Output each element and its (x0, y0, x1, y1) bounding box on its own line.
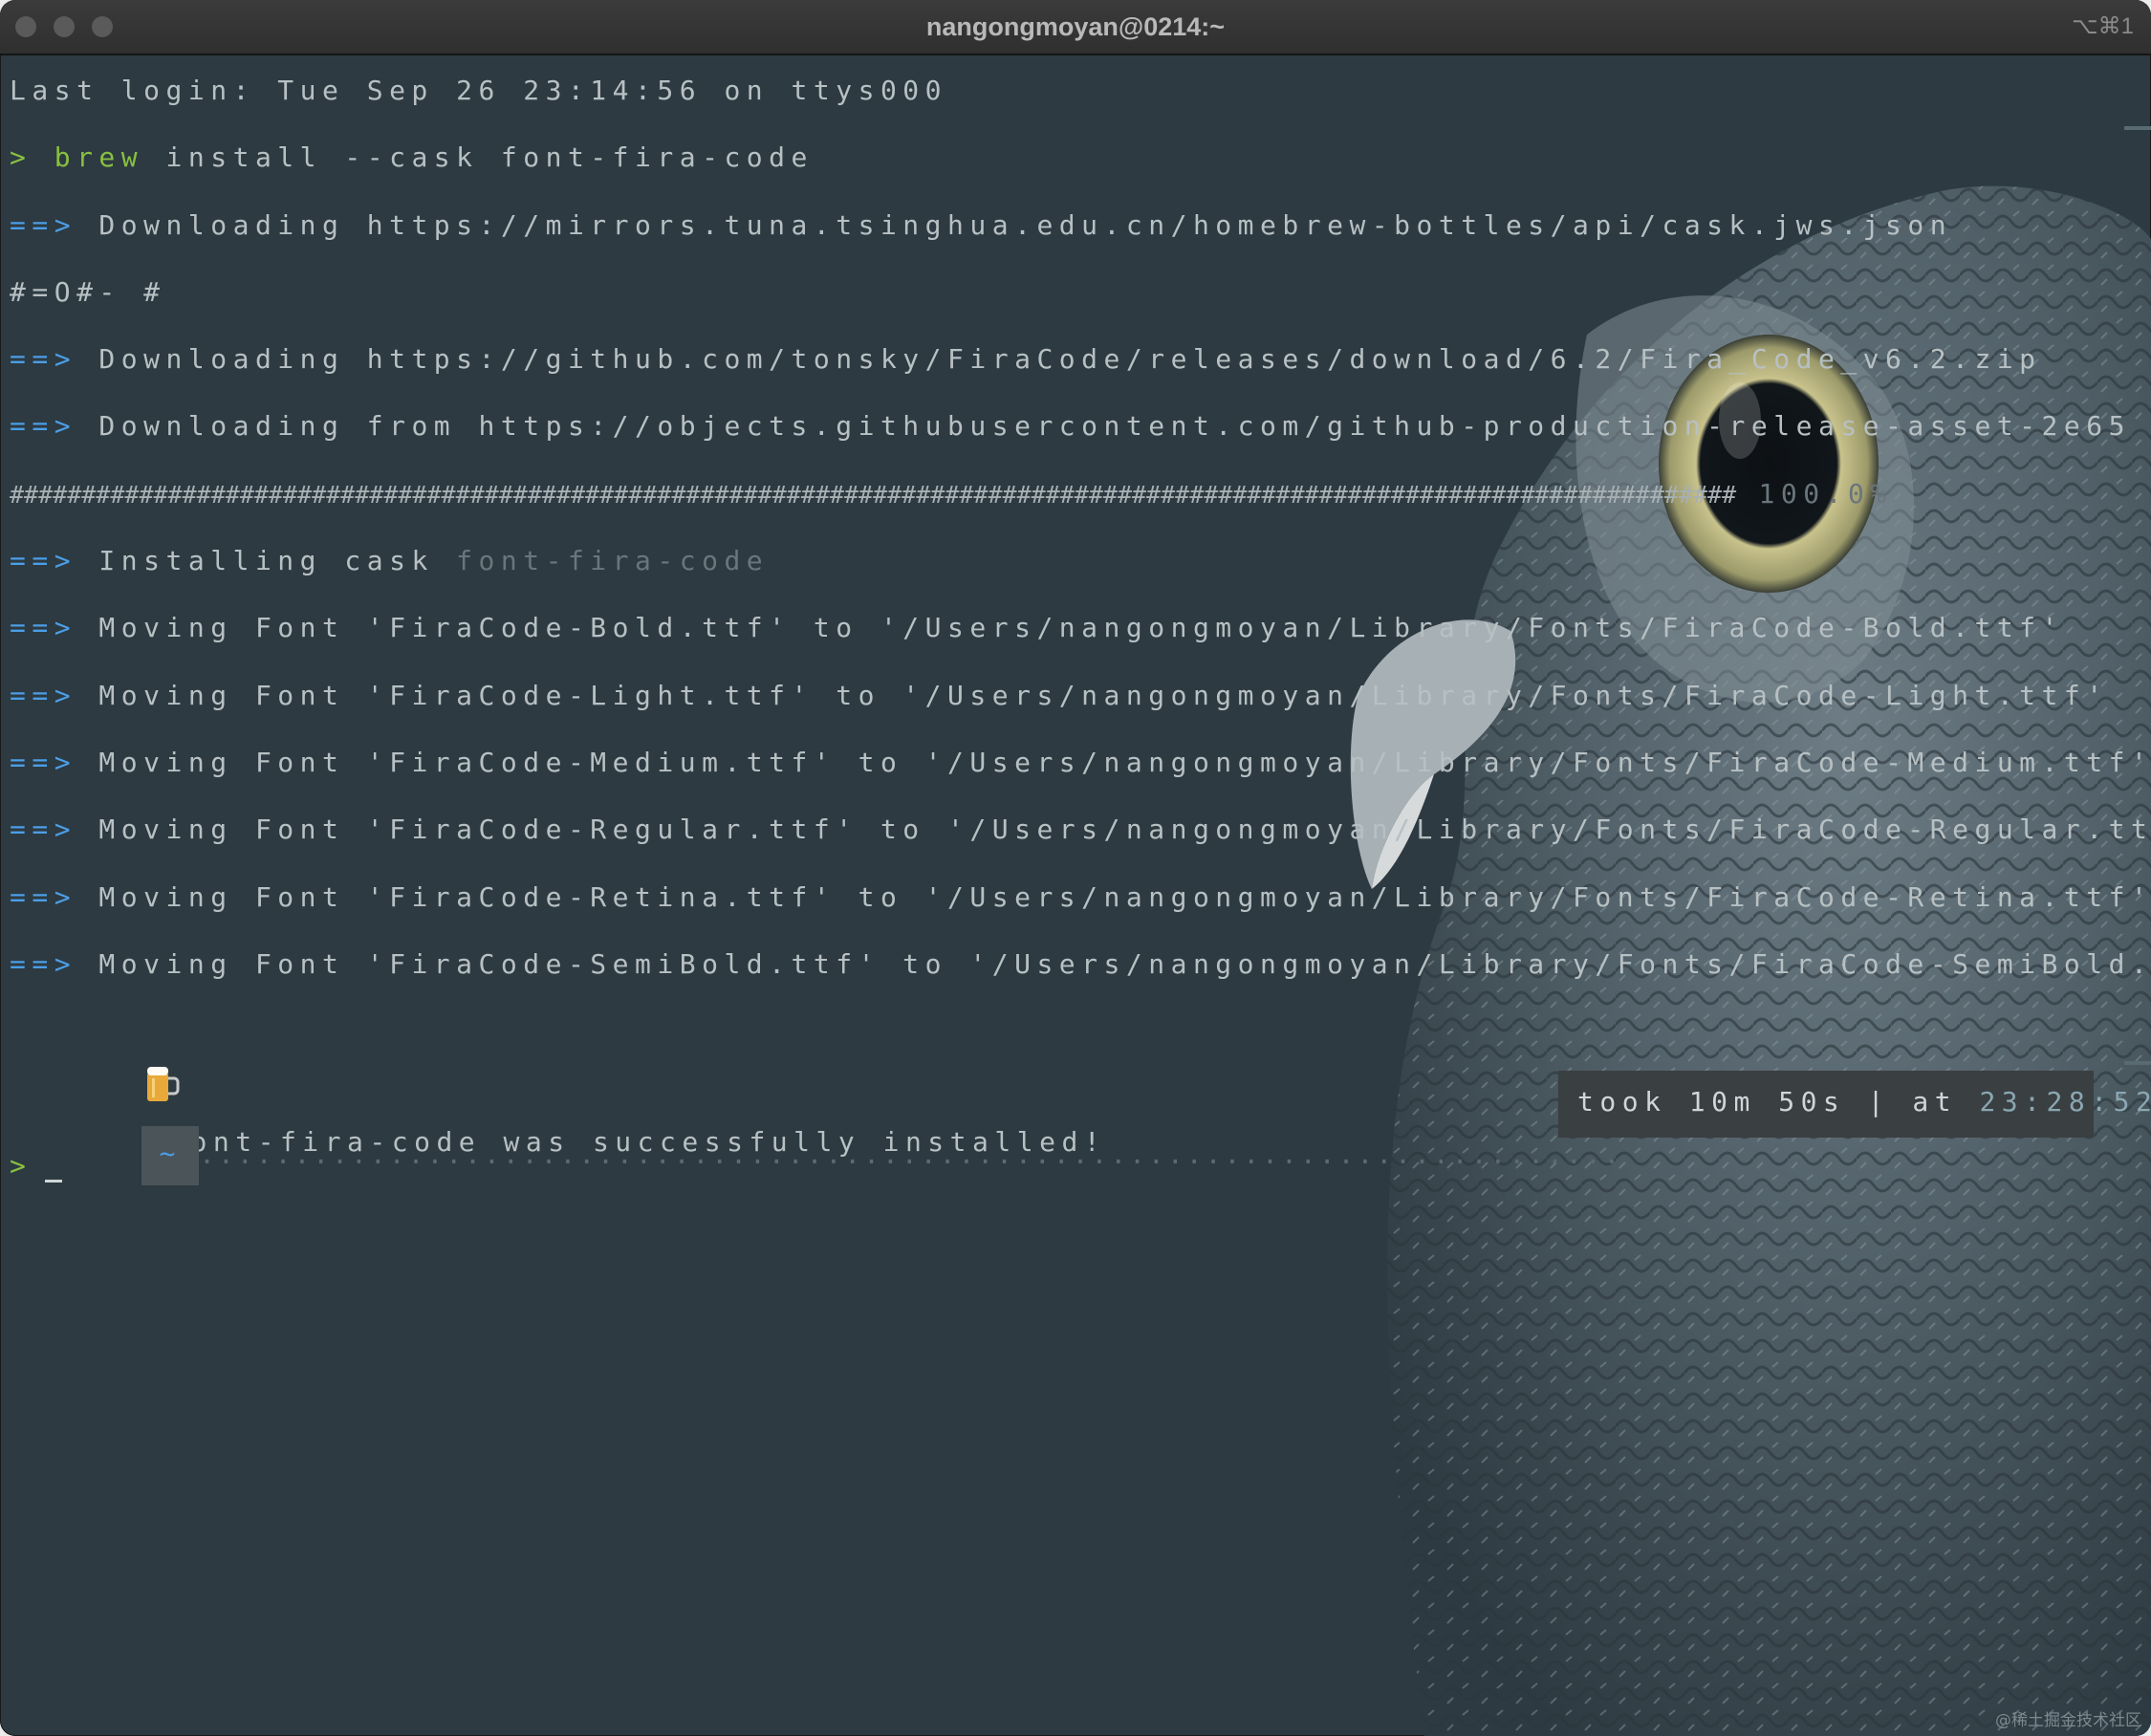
input-prompt-line[interactable]: > (10, 1139, 2132, 1205)
move-line: ==> Moving Font 'FiraCode-Bold.ttf' to '… (10, 600, 2132, 667)
small-progress-line: #=O#- # (10, 275, 166, 308)
prompt-status-line: ~.......................................… (10, 1071, 2151, 1186)
move-text: Moving Font 'FiraCode-Retina.ttf' to '/U… (76, 880, 2151, 913)
last-login-line: Last login: Tue Sep 26 23:14:56 on ttys0… (10, 75, 948, 106)
installing-prefix: Installing cask (76, 545, 457, 577)
title-bar[interactable]: nangongmoyan@0214:~ ⌥⌘1 (0, 0, 2151, 55)
arrow-marker: ==> (10, 208, 77, 241)
output-line: ==> Downloading from https://objects.git… (10, 399, 2132, 466)
move-text: Moving Font 'FiraCode-Bold.ttf' to '/Use… (76, 612, 2064, 644)
success-line: font-fira-code was successfully installe… (10, 1004, 2132, 1158)
output-line: ==> Downloading https://mirrors.tuna.tsi… (10, 198, 2132, 265)
move-line: ==> Moving Font 'FiraCode-Regular.ttf' t… (10, 802, 2151, 869)
window-shortcut: ⌥⌘1 (2071, 13, 2134, 39)
progress-bar: ########################################… (10, 480, 1737, 509)
arrow-marker: ==> (10, 746, 77, 778)
move-text: Moving Font 'FiraCode-Medium.ttf' to '/U… (76, 746, 2151, 778)
prompt-symbol: > (10, 141, 33, 174)
move-line: ==> Moving Font 'FiraCode-SemiBold.ttf' … (10, 937, 2151, 1004)
arrow-marker: ==> (10, 880, 77, 913)
command-args: install --cask font-fira-code (143, 141, 814, 174)
move-line: ==> Moving Font 'FiraCode-Light.ttf' to … (10, 668, 2132, 735)
arrow-marker: ==> (10, 410, 77, 443)
move-text: Moving Font 'FiraCode-SemiBold.ttf' to '… (76, 947, 2151, 980)
move-line: ==> Moving Font 'FiraCode-Retina.ttf' to… (10, 870, 2147, 937)
arrow-marker: ==> (10, 612, 77, 644)
move-text: Moving Font 'FiraCode-Regular.ttf' to '/… (76, 814, 2151, 846)
scroll-marker[interactable] (2124, 126, 2151, 130)
arrow-marker: ==> (10, 343, 77, 376)
arrow-marker: ==> (10, 814, 77, 846)
duration-label: took 10m 50s | at (1577, 1086, 1980, 1118)
duration-segment: took 10m 50s | at 23:28:52 (1558, 1071, 2151, 1139)
output-text: Downloading https://github.com/tonsky/Fi… (76, 343, 2042, 376)
installing-line: ==> Installing cask font-fira-code (10, 533, 2132, 600)
move-line: ==> Moving Font 'FiraCode-Medium.ttf' to… (10, 735, 2147, 802)
command-line: > brew install --cask font-fira-code (10, 130, 2132, 197)
finish-time: 23:28:52 (1979, 1086, 2151, 1118)
watermark-text: @稀土掘金技术社区 (1995, 1711, 2141, 1730)
window-title: nangongmoyan@0214:~ (925, 12, 1226, 41)
arrow-marker: ==> (10, 545, 77, 577)
terminal-window: nangongmoyan@0214:~ ⌥⌘1 Last login: Tue … (0, 0, 2151, 1736)
arrow-marker: ==> (10, 679, 77, 711)
terminal-output[interactable]: Last login: Tue Sep 26 23:14:56 on ttys0… (10, 63, 2151, 1205)
progress-bar-line: ########################################… (10, 467, 2132, 533)
text-cursor[interactable] (45, 1179, 63, 1183)
command-verb: brew (54, 141, 144, 174)
output-text: Downloading from https://objects.githubu… (98, 410, 2132, 443)
progress-percent: 100.0% (1736, 477, 1893, 510)
arrow-marker: ==> (10, 947, 77, 980)
prompt-symbol: > (10, 1149, 33, 1182)
move-text: Moving Font 'FiraCode-Light.ttf' to '/Us… (76, 679, 2109, 711)
output-text: Downloading https://mirrors.tuna.tsinghu… (76, 208, 1953, 241)
output-line: ==> Downloading https://github.com/tonsk… (10, 332, 2132, 399)
scroll-marker[interactable] (2124, 1061, 2151, 1065)
installing-name: font-fira-code (456, 545, 770, 577)
